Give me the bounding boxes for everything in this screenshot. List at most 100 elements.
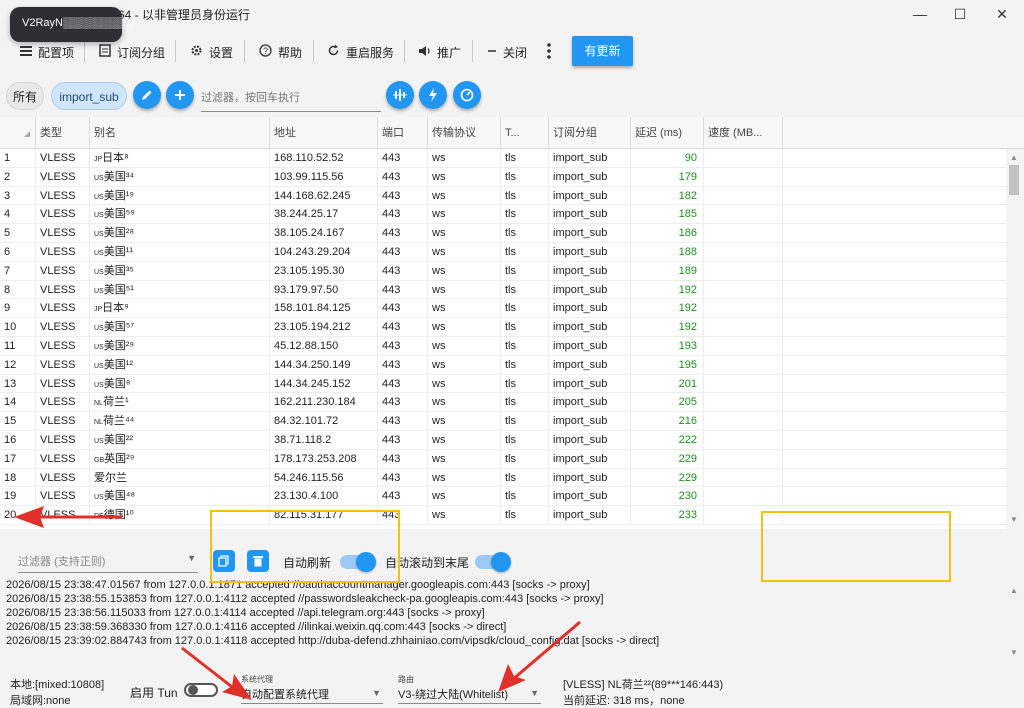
cell-type: VLESS xyxy=(36,412,90,431)
table-row[interactable]: 19 VLESS US美国⁴⁸ 23.130.4.100 443 ws tls import_… xyxy=(0,487,1006,507)
scroll-down-arrow[interactable]: ▼ xyxy=(1010,515,1018,524)
alias-text: 日本⁹ xyxy=(102,302,129,315)
server-filter-input[interactable] xyxy=(201,84,381,112)
column-header-port[interactable]: 端口 xyxy=(378,117,428,149)
table-row[interactable]: 4 VLESS US美国⁵⁹ 38.244.25.17 443 ws tls import_s… xyxy=(0,205,1006,225)
cell-delay: 182 xyxy=(631,186,704,205)
country-code-badge: DE xyxy=(94,513,104,521)
column-header-speed[interactable]: 速度 (MB... xyxy=(704,117,783,149)
cell-alias: US美国²⁸ xyxy=(90,224,270,243)
system-proxy-select[interactable]: 系统代理 自动配置系统代理 ▼ xyxy=(241,675,383,704)
close-window-button[interactable]: ✕ xyxy=(990,4,1014,24)
log-output[interactable]: 2026/08/15 23:38:47.01567 from 127.0.0.1… xyxy=(0,578,1006,648)
column-header-select[interactable] xyxy=(0,117,36,149)
table-row[interactable]: 11 VLESS US美国²⁹ 45.12.88.150 443 ws tls import_… xyxy=(0,336,1006,356)
table-row[interactable]: 7 VLESS US美国³⁵ 23.105.195.30 443 ws tls import_… xyxy=(0,261,1006,281)
table-row[interactable]: 6 VLESS US美国¹¹ 104.243.29.204 443 ws tls import… xyxy=(0,242,1006,262)
cell-index: 18 xyxy=(0,468,36,487)
refresh-icon xyxy=(327,44,340,60)
table-row[interactable]: 13 VLESS US美国⁸ 144.34.245.152 443 ws tls import… xyxy=(0,374,1006,394)
table-row[interactable]: 1 VLESS JP日本⁸ 168.110.52.52 443 ws tls import_s… xyxy=(0,149,1006,168)
routing-select[interactable]: 路由 V3-绕过大陆(Whitelist) ▼ xyxy=(398,675,541,704)
restart-service-menu[interactable]: 重启服务 xyxy=(327,42,394,62)
log-scrollbar[interactable]: ▲ ▼ xyxy=(1006,580,1024,660)
chip-all-groups[interactable]: 所有 xyxy=(6,82,44,110)
sort-button[interactable] xyxy=(386,81,414,109)
cell-tls: tls xyxy=(501,261,549,280)
cell-alias: JP日本⁹ xyxy=(90,299,270,318)
cell-type: VLESS xyxy=(36,506,90,525)
table-row[interactable]: 3 VLESS US美国¹⁹ 144.168.62.245 443 ws tls import… xyxy=(0,186,1006,206)
cell-delay: 179 xyxy=(631,167,704,186)
tun-toggle[interactable] xyxy=(184,683,218,697)
log-line: 2026/08/15 23:38:56.115033 from 127.0.0.… xyxy=(6,607,485,619)
cell-speed xyxy=(704,430,783,449)
column-header-alias[interactable]: 别名 xyxy=(90,117,270,149)
update-button[interactable]: 有更新 xyxy=(572,36,633,66)
cell-subgroup: import_sub xyxy=(549,224,631,243)
cell-subgroup: import_sub xyxy=(549,280,631,299)
scroll-down-arrow[interactable]: ▼ xyxy=(1010,648,1018,657)
table-row[interactable]: 12 VLESS US美国¹² 144.34.250.149 443 ws tls impor… xyxy=(0,355,1006,375)
table-row[interactable]: 16 VLESS US美国²² 38.71.118.2 443 ws tls import_s… xyxy=(0,430,1006,450)
table-row[interactable]: 18 VLESS 爱尔兰 54.246.115.56 443 ws tls import_su… xyxy=(0,468,1006,488)
table-row[interactable]: 8 VLESS US美国⁵¹ 93.179.97.50 443 ws tls import_s… xyxy=(0,280,1006,300)
table-row[interactable]: 15 VLESS NL荷兰⁴⁴ 84.32.101.72 443 ws tls import_… xyxy=(0,412,1006,431)
chip-import-sub[interactable]: import_sub xyxy=(51,82,127,110)
cell-speed xyxy=(704,242,783,261)
more-menu-button[interactable] xyxy=(546,42,552,62)
table-row[interactable]: 10 VLESS US美国⁵⁷ 23.105.194.212 443 ws tls impor… xyxy=(0,318,1006,337)
table-header: 类型 别名 地址 端口 传输协议 T... 订阅分组 延迟 (ms) 速度 (M… xyxy=(0,117,1024,149)
column-header-subgroup[interactable]: 订阅分组 xyxy=(549,117,631,149)
alias-text: 美国⁵⁷ xyxy=(103,321,135,334)
promote-menu[interactable]: 推广 xyxy=(418,42,461,62)
settings-menu[interactable]: 设置 xyxy=(190,42,233,62)
chevron-down-icon: ▼ xyxy=(187,553,196,563)
speed-test-button[interactable] xyxy=(453,81,481,109)
test-latency-button[interactable] xyxy=(419,81,447,109)
column-header-network[interactable]: 传输协议 xyxy=(428,117,501,149)
scroll-up-arrow[interactable]: ▲ xyxy=(1010,153,1018,162)
country-code-badge: US xyxy=(94,249,104,257)
cell-network: ws xyxy=(428,318,501,337)
cell-type: VLESS xyxy=(36,261,90,280)
help-menu[interactable]: ? 帮助 xyxy=(259,42,302,62)
cell-speed xyxy=(704,186,783,205)
cell-speed xyxy=(704,318,783,337)
column-header-tls[interactable]: T... xyxy=(501,117,549,149)
country-code-badge: US xyxy=(94,325,104,333)
maximize-button[interactable]: ☐ xyxy=(948,4,972,24)
close-menu[interactable]: 关闭 xyxy=(487,42,527,62)
column-header-address[interactable]: 地址 xyxy=(270,117,378,149)
help-icon: ? xyxy=(259,44,272,60)
column-header-delay[interactable]: 延迟 (ms) xyxy=(631,117,704,149)
table-row[interactable]: 17 VLESS GB英国²⁹ 178.173.253.208 443 ws tls impo… xyxy=(0,449,1006,469)
table-row[interactable]: 2 VLESS US美国³⁴ 103.99.115.56 443 ws tls import_… xyxy=(0,167,1006,187)
scrollbar-thumb[interactable] xyxy=(1009,165,1019,195)
cell-delay: 229 xyxy=(631,468,704,487)
cell-index: 11 xyxy=(0,336,36,355)
minimize-button[interactable]: — xyxy=(908,4,932,24)
log-filter-select[interactable]: 过滤器 (支持正则) ▼ xyxy=(18,553,198,573)
cell-port: 443 xyxy=(378,318,428,337)
table-scrollbar[interactable]: ▲ ▼ xyxy=(1006,149,1024,529)
column-header-type[interactable]: 类型 xyxy=(36,117,90,149)
cell-network: ws xyxy=(428,299,501,318)
table-row[interactable]: 9 VLESS JP日本⁹ 158.101.84.125 443 ws tls import_… xyxy=(0,299,1006,319)
cell-alias: US美国¹² xyxy=(90,355,270,374)
profiles-menu[interactable]: 配置项 xyxy=(20,42,74,62)
auto-scroll-toggle[interactable] xyxy=(475,552,511,572)
scroll-up-arrow[interactable]: ▲ xyxy=(1010,586,1018,595)
country-code-badge: JP xyxy=(94,306,103,314)
country-code-badge: US xyxy=(94,193,104,201)
cell-tls: tls xyxy=(501,336,549,355)
add-group-button[interactable] xyxy=(166,81,194,109)
table-row[interactable]: 14 VLESS NL荷兰¹ 162.211.230.184 443 ws tls impor… xyxy=(0,393,1006,413)
cell-address: 54.246.115.56 xyxy=(270,468,378,487)
table-body: 1 VLESS JP日本⁸ 168.110.52.52 443 ws tls import_s… xyxy=(0,149,1006,525)
cell-tls: tls xyxy=(501,318,549,337)
list-icon xyxy=(20,45,32,60)
sub-group-menu[interactable]: 订阅分组 xyxy=(99,42,165,62)
edit-group-button[interactable] xyxy=(133,81,161,109)
table-row[interactable]: 5 VLESS US美国²⁸ 38.105.24.167 443 ws tls import_… xyxy=(0,224,1006,243)
